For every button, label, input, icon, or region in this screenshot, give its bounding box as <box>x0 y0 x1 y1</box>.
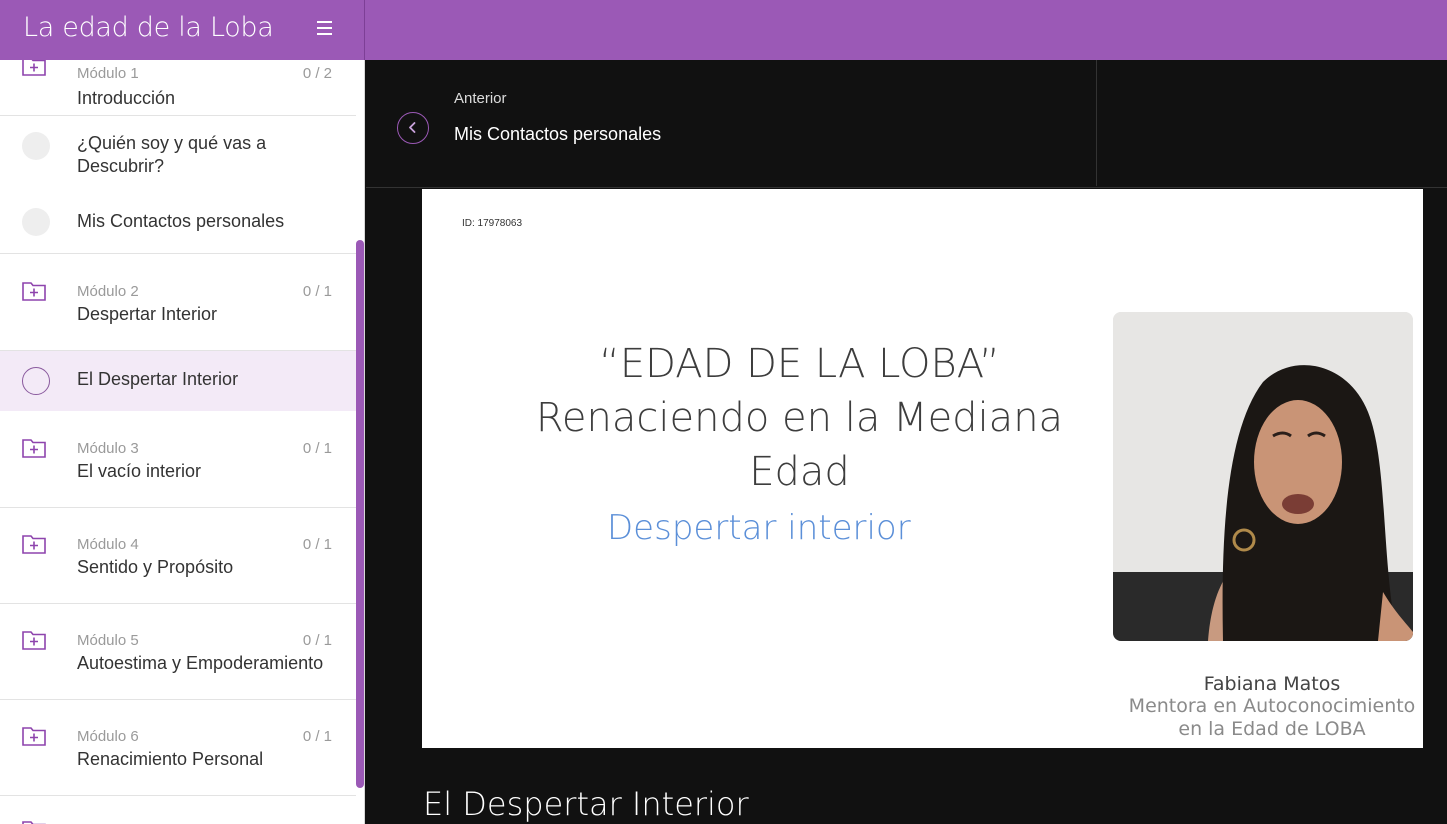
module-item[interactable]: Módulo 4 0 / 1 Sentido y Propósito <box>0 508 356 604</box>
presenter-role-line: en la Edad de LOBA <box>1178 718 1366 740</box>
nav-divider <box>1096 60 1097 186</box>
module-title: Renacimiento Personal <box>77 749 264 769</box>
folder-plus-icon <box>22 727 46 746</box>
folder-plus-icon <box>22 535 46 554</box>
slide-title-line: Renaciendo en la Mediana <box>535 395 1064 441</box>
lesson-item[interactable]: ¿Quién soy y qué vas a Descubrir? <box>0 130 356 190</box>
slide-subtitle: Despertar interior <box>607 508 911 548</box>
module-item[interactable]: Módulo 1 0 / 2 Introducción <box>0 60 356 116</box>
module-item[interactable]: Módulo 2 0 / 1 Despertar Interior <box>0 255 356 351</box>
module-item[interactable]: Módulo 6 0 / 1 Renacimiento Personal <box>0 700 356 796</box>
previous-lesson-button[interactable] <box>397 112 429 144</box>
module-label: Módulo 3 <box>77 440 139 457</box>
folder-plus-icon <box>22 282 46 301</box>
lesson-heading: El Despertar Interior <box>423 785 749 823</box>
module-progress: 0 / 1 <box>302 728 332 745</box>
main-content: Anterior Mis Contactos personales ID: 17… <box>366 60 1447 824</box>
video-player[interactable]: ID: 17978063 “EDAD DE LA LOBA” Renaciend… <box>422 189 1423 748</box>
course-sidebar: Módulo 1 0 / 2 Introducción ¿Quién soy y… <box>0 60 365 824</box>
lesson-title: Mis Contactos personales <box>77 211 285 231</box>
presenter-role: Mentora en Autoconocimiento en la Edad d… <box>1122 695 1422 741</box>
top-bar: La edad de la Loba <box>0 0 1447 60</box>
module-progress: 0 / 2 <box>302 65 332 82</box>
folder-plus-icon <box>22 631 46 650</box>
lesson-navigation: Anterior Mis Contactos personales <box>366 60 1447 188</box>
presenter-video <box>1113 312 1413 641</box>
lesson-status-icon <box>22 208 50 236</box>
hamburger-menu-icon[interactable] <box>317 21 333 37</box>
lesson-status-icon <box>22 367 50 395</box>
sidebar-scrollbar[interactable] <box>356 240 364 788</box>
module-label: Módulo 2 <box>77 283 139 300</box>
lesson-item-active[interactable]: El Despertar Interior <box>0 351 356 411</box>
slide-title: “EDAD DE LA LOBA” Renaciendo en la Media… <box>502 337 1097 499</box>
module-item[interactable]: Módulo 3 0 / 1 El vacío interior <box>0 412 356 508</box>
slide-title-line: “EDAD DE LA LOBA” <box>599 341 1000 387</box>
module-title: Despertar Interior <box>77 304 218 324</box>
module-label: Módulo 6 <box>77 728 139 745</box>
module-label: Módulo 4 <box>77 536 139 553</box>
module-item[interactable] <box>0 796 356 824</box>
chevron-left-icon <box>409 122 416 133</box>
brand-area: La edad de la Loba <box>0 0 365 60</box>
module-title: El vacío interior <box>77 461 202 481</box>
lesson-title: El Despertar Interior <box>77 369 239 389</box>
folder-plus-icon <box>22 60 46 76</box>
module-title: Introducción <box>77 88 176 108</box>
module-title: Autoestima y Empoderamiento <box>77 653 324 673</box>
lesson-status-icon <box>22 132 50 160</box>
module-progress: 0 / 1 <box>302 632 332 649</box>
lesson-item[interactable]: Mis Contactos personales <box>0 198 356 254</box>
video-id: ID: 17978063 <box>462 218 523 229</box>
previous-label: Anterior <box>454 90 507 107</box>
module-progress: 0 / 1 <box>302 536 332 553</box>
presenter-role-line: Mentora en Autoconocimiento <box>1128 695 1416 717</box>
folder-plus-icon <box>22 821 46 824</box>
module-label: Módulo 1 <box>77 65 139 82</box>
lesson-title: ¿Quién soy y qué vas a Descubrir? <box>77 133 267 176</box>
module-progress: 0 / 1 <box>302 440 332 457</box>
folder-plus-icon <box>22 439 46 458</box>
previous-lesson-title[interactable]: Mis Contactos personales <box>454 124 661 145</box>
module-title: Sentido y Propósito <box>77 557 234 577</box>
presenter-name: Fabiana Matos <box>1203 673 1341 695</box>
slide-title-line: Edad <box>749 449 850 495</box>
module-item[interactable]: Módulo 5 0 / 1 Autoestima y Empoderamien… <box>0 604 356 700</box>
app-title: La edad de la Loba <box>23 12 274 43</box>
module-progress: 0 / 1 <box>302 283 332 300</box>
module-label: Módulo 5 <box>77 632 139 649</box>
presenter-image <box>1113 312 1413 641</box>
